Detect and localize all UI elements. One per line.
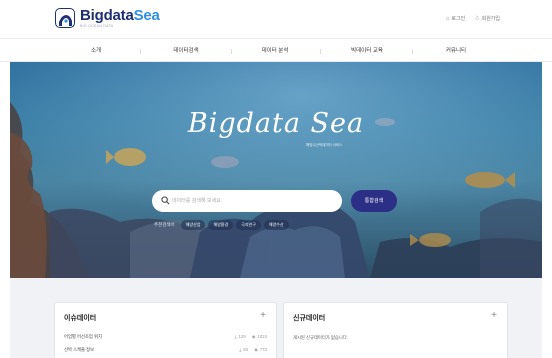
list-item: 어업별 어선조업 위치 ⤓ 129 ◉ 1024 <box>64 334 267 344</box>
search-box <box>152 190 342 212</box>
logo-title-bigdata: Bigdata <box>80 7 134 24</box>
hero-subtitle: 해양수산빅데이터 서비스 <box>306 143 343 147</box>
logo-title: BigdataSea <box>80 8 160 23</box>
keyword-chip[interactable]: 해양산업 <box>180 220 206 230</box>
search-input[interactable] <box>172 190 337 212</box>
list-item-title[interactable]: 어업별 어선조업 위치 <box>64 334 102 340</box>
new-data-title: 신규데이터 <box>293 315 326 322</box>
keyword-chip[interactable]: 해양환경 <box>208 220 234 230</box>
search-icon <box>161 196 170 205</box>
nav-item-education[interactable]: 빅데이터 교육 <box>322 39 412 63</box>
main-nav: 소개 데이터검색 데이터 분석 빅데이터 교육 커뮤니티 <box>0 38 552 62</box>
download-icon: ⤓ <box>239 347 242 352</box>
nav-item-about[interactable]: 소개 <box>51 39 141 63</box>
download-count: 93 <box>243 347 249 352</box>
site-logo[interactable]: BigdataSea BIG OCEAN DATA <box>55 8 160 29</box>
data-section: 이슈데이터 + 어업별 어선조업 위치 ⤓ 129 ◉ 1024 선박 스케줄 정보… <box>10 278 542 358</box>
login-link[interactable]: ⌂ 로그인 <box>445 15 466 23</box>
eye-icon: ◉ <box>251 334 256 339</box>
signup-link[interactable]: ☃ 회원가입 <box>474 15 500 22</box>
login-label: 로그인 <box>451 16 466 22</box>
search-button[interactable]: 통합검색 <box>351 190 397 212</box>
underwater-background-image <box>10 62 542 278</box>
issue-data-card: 이슈데이터 + 어업별 어선조업 위치 ⤓ 129 ◉ 1024 선박 스케줄 정보… <box>54 302 277 358</box>
logo-icon <box>55 8 75 29</box>
nav-item-data-analysis[interactable]: 데이터 분석 <box>230 39 320 63</box>
signup-label: 회원가입 <box>481 16 500 22</box>
issue-data-title: 이슈데이터 <box>64 315 97 322</box>
hero-title: Bigdata Sea <box>187 108 365 139</box>
user-icon: ☃ <box>474 16 480 22</box>
keywords-label: 추천검색어 <box>154 222 175 227</box>
empty-message: 게시된 신규데이터가 없습니다. <box>293 335 348 340</box>
download-count: 129 <box>238 334 246 339</box>
more-plus-icon[interactable]: + <box>260 310 266 321</box>
site-header: BigdataSea BIG OCEAN DATA ⌂ 로그인 ☃ 회원가입 <box>0 0 552 38</box>
keyword-chip[interactable]: 극지연구 <box>236 220 261 230</box>
nav-item-community[interactable]: 커뮤니티 <box>411 39 501 63</box>
more-plus-icon[interactable]: + <box>491 310 497 321</box>
view-count: 1024 <box>257 334 267 339</box>
utility-links: ⌂ 로그인 ☃ 회원가입 <box>445 15 500 23</box>
nav-item-data-search[interactable]: 데이터검색 <box>141 39 231 63</box>
logo-title-sea: Sea <box>133 7 160 24</box>
download-icon: ⤓ <box>234 334 237 339</box>
new-data-card: 신규데이터 + 게시된 신규데이터가 없습니다. <box>283 302 508 358</box>
list-item: 선박 스케줄 정보 ⤓ 93 ◉ 773 <box>64 347 267 357</box>
logo-subtitle: BIG OCEAN DATA <box>80 24 114 28</box>
lock-icon: ⌂ <box>445 15 450 22</box>
list-item-title[interactable]: 선박 스케줄 정보 <box>64 347 94 353</box>
hero-banner: Bigdata Sea 해양수산빅데이터 서비스 통합검색 추천검색어 해양산업… <box>10 62 542 278</box>
recommended-keywords: 추천검색어 해양산업 해양환경 극지연구 해양수산 <box>154 220 289 230</box>
keyword-chip[interactable]: 해양수산 <box>263 220 289 230</box>
eye-icon: ◉ <box>254 347 258 352</box>
nav-divider <box>320 49 321 54</box>
view-count: 773 <box>259 347 267 352</box>
